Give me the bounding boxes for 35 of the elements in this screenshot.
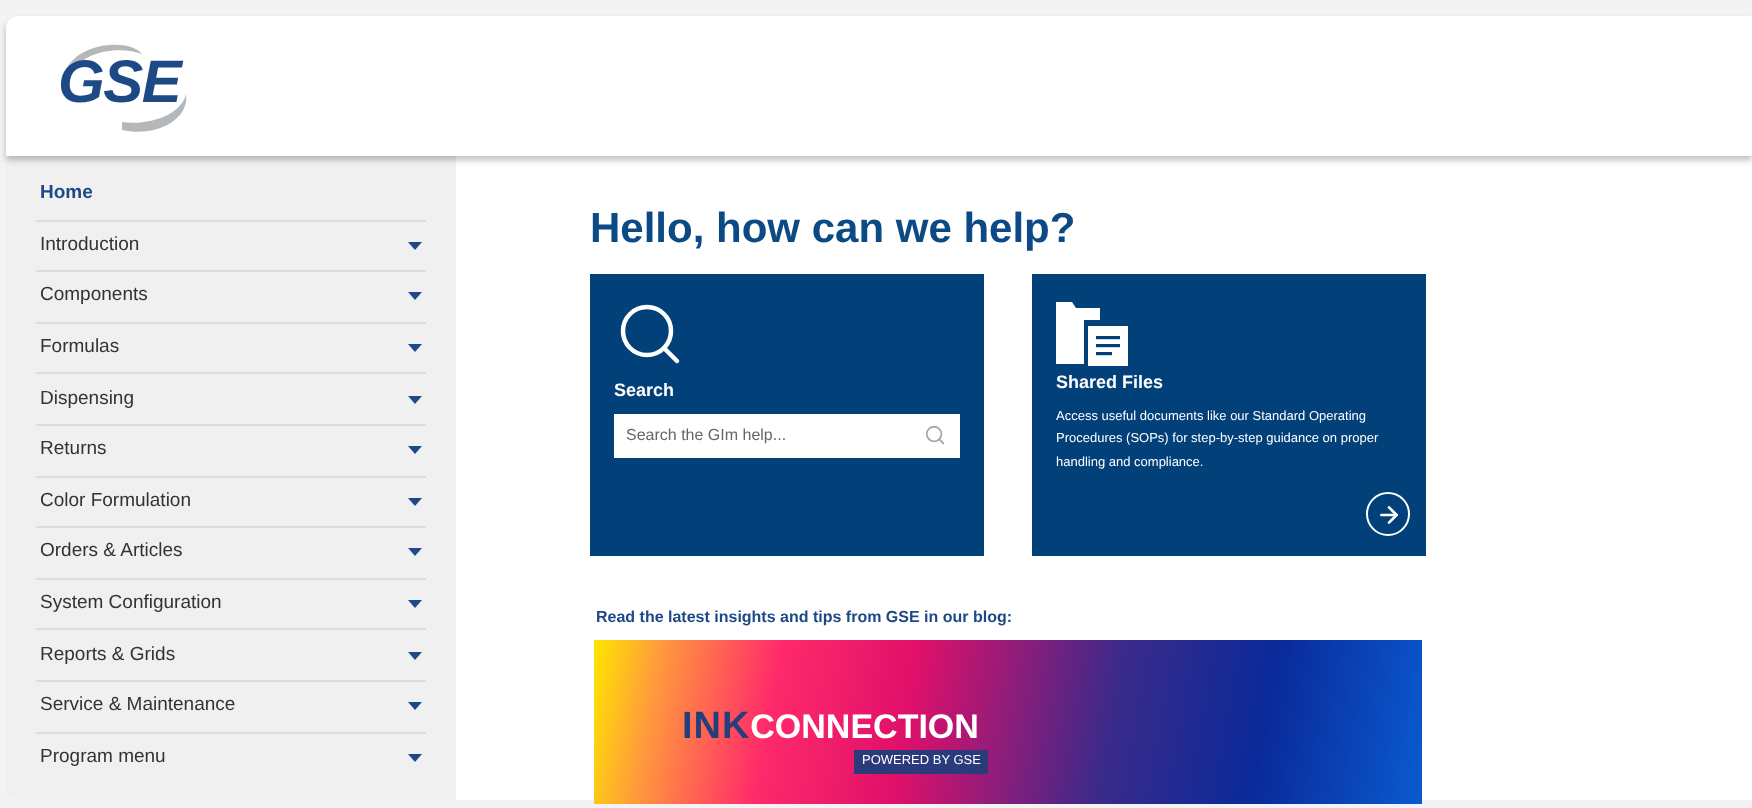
arrow-icon (1375, 501, 1401, 527)
caret-icon (408, 395, 422, 404)
sidebar-item[interactable]: Returns (36, 423, 426, 476)
caret-icon (408, 651, 422, 660)
banner-title: CONNECTION (750, 710, 979, 744)
search-icon (924, 423, 946, 445)
caret-icon (408, 548, 422, 557)
banner-title: INK (682, 708, 751, 746)
sidebar-item[interactable]: Introduction (36, 219, 426, 271)
caret-icon (408, 241, 422, 250)
sidebar-item[interactable]: Color Formulation (36, 475, 426, 527)
sidebar-item[interactable]: Components (36, 270, 426, 322)
files-icon (1056, 298, 1128, 366)
sidebar-item[interactable]: Service & Maintenance (36, 679, 426, 732)
caret-icon (408, 344, 422, 353)
sidebar-item[interactable]: Reports & Grids (36, 628, 426, 680)
blog-intro: Read the latest insights and tips from GSE in our blog: (596, 606, 1015, 630)
caret-icon (408, 753, 422, 762)
sidebar-item[interactable]: Program menu (36, 731, 426, 783)
caret-icon (408, 446, 422, 455)
caret-icon (408, 702, 422, 711)
card-title: Shared Files (1056, 370, 1166, 396)
logo: GSE (50, 34, 202, 138)
caret-icon (408, 292, 422, 301)
caret-icon (408, 600, 422, 609)
sidebar-item[interactable]: System Configuration (36, 577, 426, 629)
sidebar-item[interactable]: Dispensing (36, 372, 426, 424)
card-title: Search (614, 378, 677, 404)
caret-icon (408, 497, 422, 506)
page-heading: Hello, how can we help? (590, 204, 1078, 256)
sidebar-item[interactable]: Orders & Articles (36, 526, 426, 578)
sidebar-item[interactable]: Home (36, 168, 426, 220)
sidebar-item[interactable]: Formulas (36, 321, 426, 373)
search-field[interactable]: Search the GIm help... (614, 413, 960, 457)
arrow-button[interactable] (1366, 492, 1410, 536)
